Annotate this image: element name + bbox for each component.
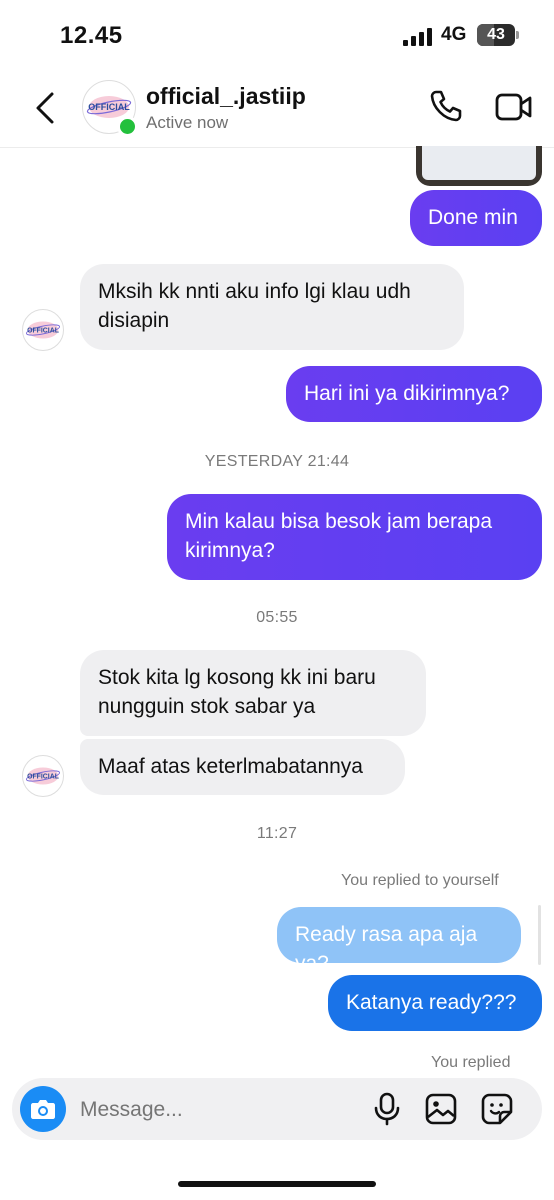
battery-level: 43: [487, 26, 505, 43]
reply-note: You replied: [431, 1054, 511, 1071]
message-outgoing[interactable]: Hari ini ya dikirimnya?: [286, 366, 542, 422]
timestamp: 05:55: [256, 609, 298, 626]
cellular-signal-icon: [403, 28, 432, 46]
sticker-icon[interactable]: [480, 1092, 514, 1126]
battery-tip: [516, 31, 519, 39]
back-arrow-icon[interactable]: [30, 88, 60, 128]
gallery-icon[interactable]: [424, 1092, 458, 1126]
status-time: 12.45: [60, 22, 123, 49]
reply-note: You replied to yourself: [341, 872, 499, 889]
message-incoming[interactable]: Stok kita lg kosong kk ini baru nungguin…: [80, 650, 426, 736]
home-indicator[interactable]: [178, 1181, 376, 1187]
message-outgoing[interactable]: Done min: [410, 190, 542, 246]
sender-avatar[interactable]: OFFICIAL: [22, 309, 64, 351]
quoted-reply-message[interactable]: Ready rasa apa aja ya?: [277, 907, 521, 975]
message-incoming[interactable]: Mksih kk nnti aku info lgi klau udh disi…: [80, 264, 464, 350]
active-status: Active now: [146, 113, 229, 132]
timestamp: 11:27: [256, 825, 298, 842]
battery-icon: 43: [477, 24, 515, 46]
camera-icon: [31, 1100, 55, 1119]
svg-text:OFFICIAL: OFFICIAL: [27, 327, 59, 334]
video-call-icon[interactable]: [495, 90, 533, 124]
reply-scroll-indicator: [538, 905, 541, 965]
chat-username[interactable]: official_.jastiip: [146, 83, 306, 110]
shared-image-message[interactable]: [416, 146, 542, 186]
online-status-dot: [117, 116, 138, 137]
message-outgoing[interactable]: Katanya ready???: [328, 975, 542, 1031]
phone-call-icon[interactable]: [428, 88, 464, 124]
network-type: 4G: [441, 24, 467, 45]
official-logo-icon: OFFICIAL: [25, 767, 61, 785]
sender-avatar[interactable]: OFFICIAL: [22, 755, 64, 797]
message-input[interactable]: [78, 1092, 362, 1128]
official-logo-icon: OFFICIAL: [25, 321, 61, 339]
svg-text:OFFICIAL: OFFICIAL: [88, 102, 130, 112]
message-incoming[interactable]: Maaf atas keterlmabatannya: [80, 739, 405, 795]
svg-text:OFFICIAL: OFFICIAL: [27, 773, 59, 780]
camera-button[interactable]: [20, 1086, 66, 1132]
timestamp: YESTERDAY 21:44: [204, 453, 350, 470]
microphone-icon[interactable]: [372, 1092, 402, 1126]
message-outgoing[interactable]: Min kalau bisa besok jam berapa kirimnya…: [167, 494, 542, 580]
